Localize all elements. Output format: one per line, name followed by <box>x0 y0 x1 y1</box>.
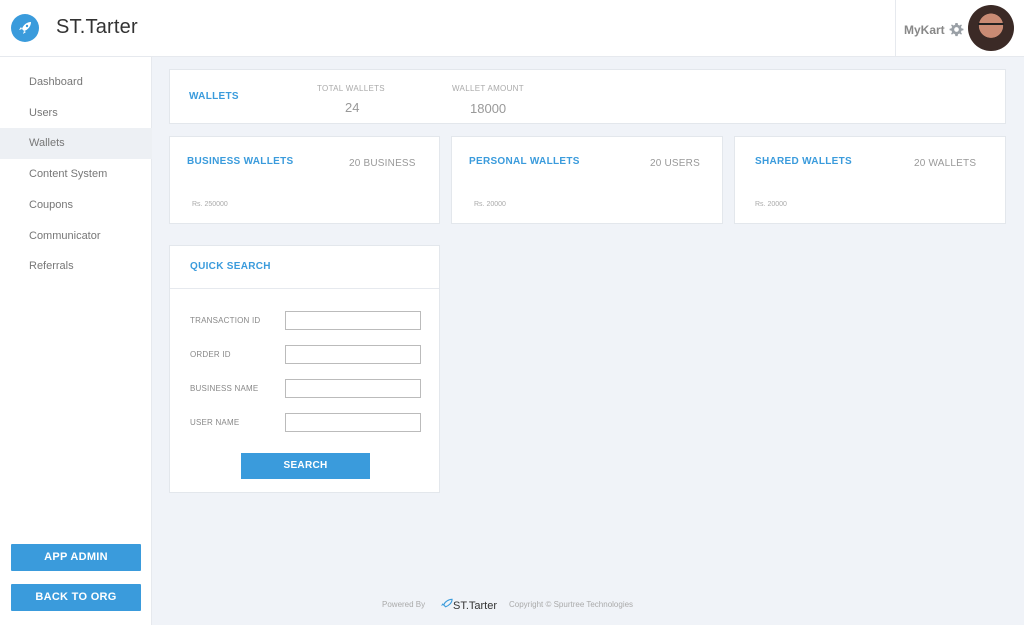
footer-powered-by: Powered By <box>382 600 426 609</box>
footer-brand-name: ST.Tarter <box>453 600 498 612</box>
rocket-icon[interactable] <box>11 14 39 42</box>
sidebar: Dashboard Users Wallets Content System C… <box>0 57 152 625</box>
app-admin-button[interactable]: APP ADMIN <box>11 544 141 571</box>
sidebar-item-communicator[interactable]: Communicator <box>0 221 152 252</box>
business-name-input[interactable] <box>285 379 421 398</box>
sidebar-item-wallets[interactable]: Wallets <box>0 128 152 159</box>
wallet-card-title: SHARED WALLETS <box>755 156 852 167</box>
quick-search-card: QUICK SEARCH TRANSACTION ID ORDER ID BUS… <box>169 245 440 493</box>
quick-search-title: QUICK SEARCH <box>190 261 271 272</box>
wallet-card-amount: Rs. 20000 <box>755 201 787 208</box>
user-name-input[interactable] <box>285 413 421 432</box>
wallet-card-count: 20 USERS <box>650 158 700 169</box>
total-wallets-label: TOTAL WALLETS <box>317 84 385 93</box>
top-header: ST.Tarter MyKart <box>0 0 1024 57</box>
sidebar-item-users[interactable]: Users <box>0 98 152 129</box>
transaction-id-label: TRANSACTION ID <box>190 316 261 325</box>
shared-wallets-card[interactable]: SHARED WALLETS 20 WALLETS Rs. 20000 <box>734 136 1006 224</box>
personal-wallets-card[interactable]: PERSONAL WALLETS 20 USERS Rs. 20000 <box>451 136 723 224</box>
org-name[interactable]: MyKart <box>904 23 945 37</box>
wallet-amount-label: WALLET AMOUNT <box>452 84 524 93</box>
sidebar-item-content-system[interactable]: Content System <box>0 159 152 190</box>
order-id-label: ORDER ID <box>190 350 231 359</box>
wallet-card-amount: Rs. 20000 <box>474 201 506 208</box>
order-id-input[interactable] <box>285 345 421 364</box>
wallet-amount-value: 18000 <box>470 101 507 116</box>
wallet-card-title: PERSONAL WALLETS <box>469 156 580 167</box>
divider <box>170 288 439 289</box>
wallet-card-count: 20 WALLETS <box>914 158 977 169</box>
sidebar-item-coupons[interactable]: Coupons <box>0 190 152 221</box>
brand-name[interactable]: ST.Tarter <box>56 16 138 39</box>
search-button[interactable]: SEARCH <box>241 453 370 479</box>
back-to-org-button[interactable]: BACK TO ORG <box>11 584 141 611</box>
total-wallets-value: 24 <box>345 100 360 115</box>
wallet-card-count: 20 BUSINESS <box>349 158 416 169</box>
account-area: MyKart <box>895 0 1024 57</box>
gear-icon[interactable] <box>949 22 964 37</box>
rocket-icon <box>440 598 453 608</box>
sidebar-item-referrals[interactable]: Referrals <box>0 251 152 282</box>
user-name-label: USER NAME <box>190 418 240 427</box>
business-wallets-card[interactable]: BUSINESS WALLETS 20 BUSINESS Rs. 250000 <box>169 136 440 224</box>
wallets-summary-card: WALLETS TOTAL WALLETS 24 WALLET AMOUNT 1… <box>169 69 1006 124</box>
footer-brand[interactable]: ST.Tarter <box>440 598 497 612</box>
footer-copyright: Copyright © Spurtree Technologies <box>509 600 634 609</box>
avatar[interactable] <box>968 5 1014 51</box>
sidebar-item-dashboard[interactable]: Dashboard <box>0 67 152 98</box>
wallet-card-title: BUSINESS WALLETS <box>187 156 294 167</box>
business-name-label: BUSINESS NAME <box>190 384 259 393</box>
transaction-id-input[interactable] <box>285 311 421 330</box>
wallet-card-amount: Rs. 250000 <box>192 201 228 208</box>
summary-title: WALLETS <box>189 91 239 102</box>
